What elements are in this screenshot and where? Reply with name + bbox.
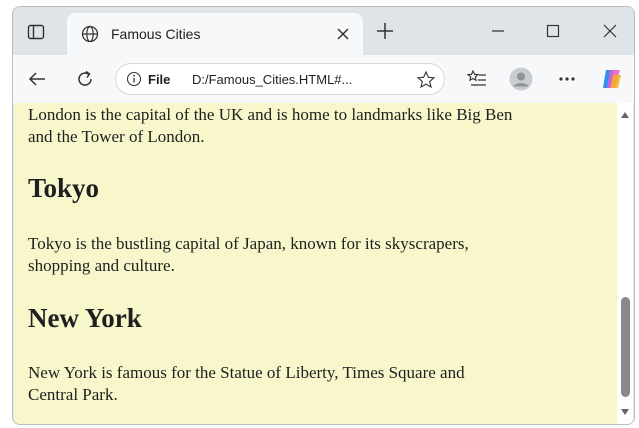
close-tab-button[interactable] <box>333 24 353 44</box>
tab-actions-button[interactable] <box>25 21 47 43</box>
more-icon <box>559 77 575 81</box>
reload-icon <box>78 70 92 86</box>
maximize-icon <box>546 24 560 38</box>
new-tab-button[interactable] <box>373 19 397 43</box>
newyork-text-line1: New York is famous for the Statue of Lib… <box>28 363 465 382</box>
newyork-paragraph: New York is famous for the Statue of Lib… <box>28 362 608 406</box>
scroll-up-arrow-icon[interactable] <box>620 111 630 119</box>
copilot-button[interactable] <box>600 67 624 91</box>
profile-icon <box>509 67 533 91</box>
profile-button[interactable] <box>509 67 533 91</box>
favorite-star-icon[interactable] <box>416 70 436 90</box>
new-tab-icon <box>377 23 393 39</box>
url-scheme: File <box>148 72 171 87</box>
vertical-scrollbar[interactable] <box>617 103 633 424</box>
back-button[interactable] <box>25 67 49 91</box>
tokyo-text-line2: shopping and culture. <box>28 256 175 275</box>
reload-button[interactable] <box>73 67 97 91</box>
newyork-text-line2: Central Park. <box>28 385 118 404</box>
info-icon[interactable] <box>126 71 142 87</box>
browser-window: Famous Cities File D:/Famous_Cities.HTML… <box>12 6 635 425</box>
scroll-down-arrow-icon[interactable] <box>620 408 630 416</box>
tokyo-paragraph: Tokyo is the bustling capital of Japan, … <box>28 233 608 277</box>
close-window-button[interactable] <box>598 19 622 43</box>
tab-title: Famous Cities <box>111 26 201 42</box>
globe-icon <box>81 25 99 43</box>
back-icon <box>28 72 45 86</box>
maximize-button[interactable] <box>541 19 565 43</box>
london-text-line2: and the Tower of London. <box>28 127 205 146</box>
london-paragraph: London is the capital of the UK and is h… <box>28 104 608 148</box>
address-bar[interactable]: File D:/Famous_Cities.HTML#... <box>115 63 445 95</box>
close-window-icon <box>603 24 617 38</box>
minimize-button[interactable] <box>486 19 510 43</box>
reading-list-button[interactable] <box>465 67 489 91</box>
tokyo-heading: Tokyo <box>28 173 100 203</box>
tokyo-text-line1: Tokyo is the bustling capital of Japan, … <box>28 234 469 253</box>
reading-list-icon <box>467 69 486 86</box>
tab-famous-cities[interactable]: Famous Cities <box>67 13 363 55</box>
more-button[interactable] <box>555 67 579 91</box>
scrollbar-thumb[interactable] <box>621 297 630 397</box>
page-content: London is the capital of the UK and is h… <box>14 103 619 424</box>
london-text-line1: London is the capital of the UK and is h… <box>28 105 513 124</box>
tab-bar: Famous Cities <box>13 7 634 55</box>
newyork-heading: New York <box>28 303 142 333</box>
tab-actions-icon <box>27 24 45 40</box>
url-text[interactable]: D:/Famous_Cities.HTML#... <box>192 72 352 87</box>
navigation-toolbar: File D:/Famous_Cities.HTML#... <box>13 55 634 103</box>
copilot-icon <box>603 70 621 88</box>
close-tab-icon <box>337 28 349 40</box>
minimize-icon <box>492 30 504 32</box>
